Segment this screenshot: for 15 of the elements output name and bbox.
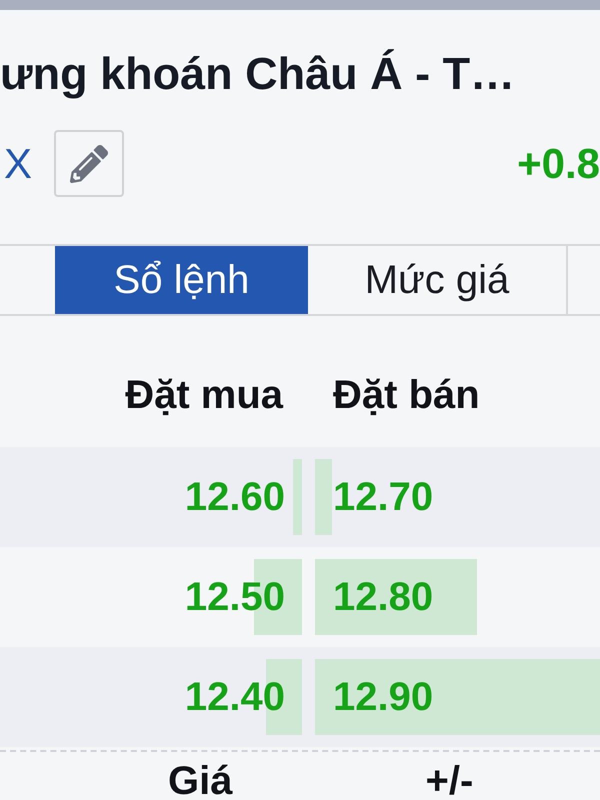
stock-symbol-link[interactable]: X	[4, 142, 32, 186]
ask-price: 12.70	[333, 475, 434, 519]
ask-price: 12.90	[333, 675, 434, 719]
bid-price: 12.40	[184, 675, 285, 719]
price-change: +0.8	[517, 142, 600, 186]
pencil-icon	[70, 144, 108, 182]
column-header: Giá	[168, 762, 232, 800]
column-header: +/-	[425, 762, 474, 800]
ask-price: 12.80	[333, 575, 434, 619]
edit-button[interactable]	[54, 130, 124, 197]
bid-price: 12.60	[184, 475, 285, 519]
tab[interactable]: Sổ lệnh	[55, 246, 308, 314]
bid-price: 12.50	[184, 575, 285, 619]
column-header: Đặt bán	[333, 376, 480, 414]
column-header: Đặt mua	[125, 376, 283, 414]
